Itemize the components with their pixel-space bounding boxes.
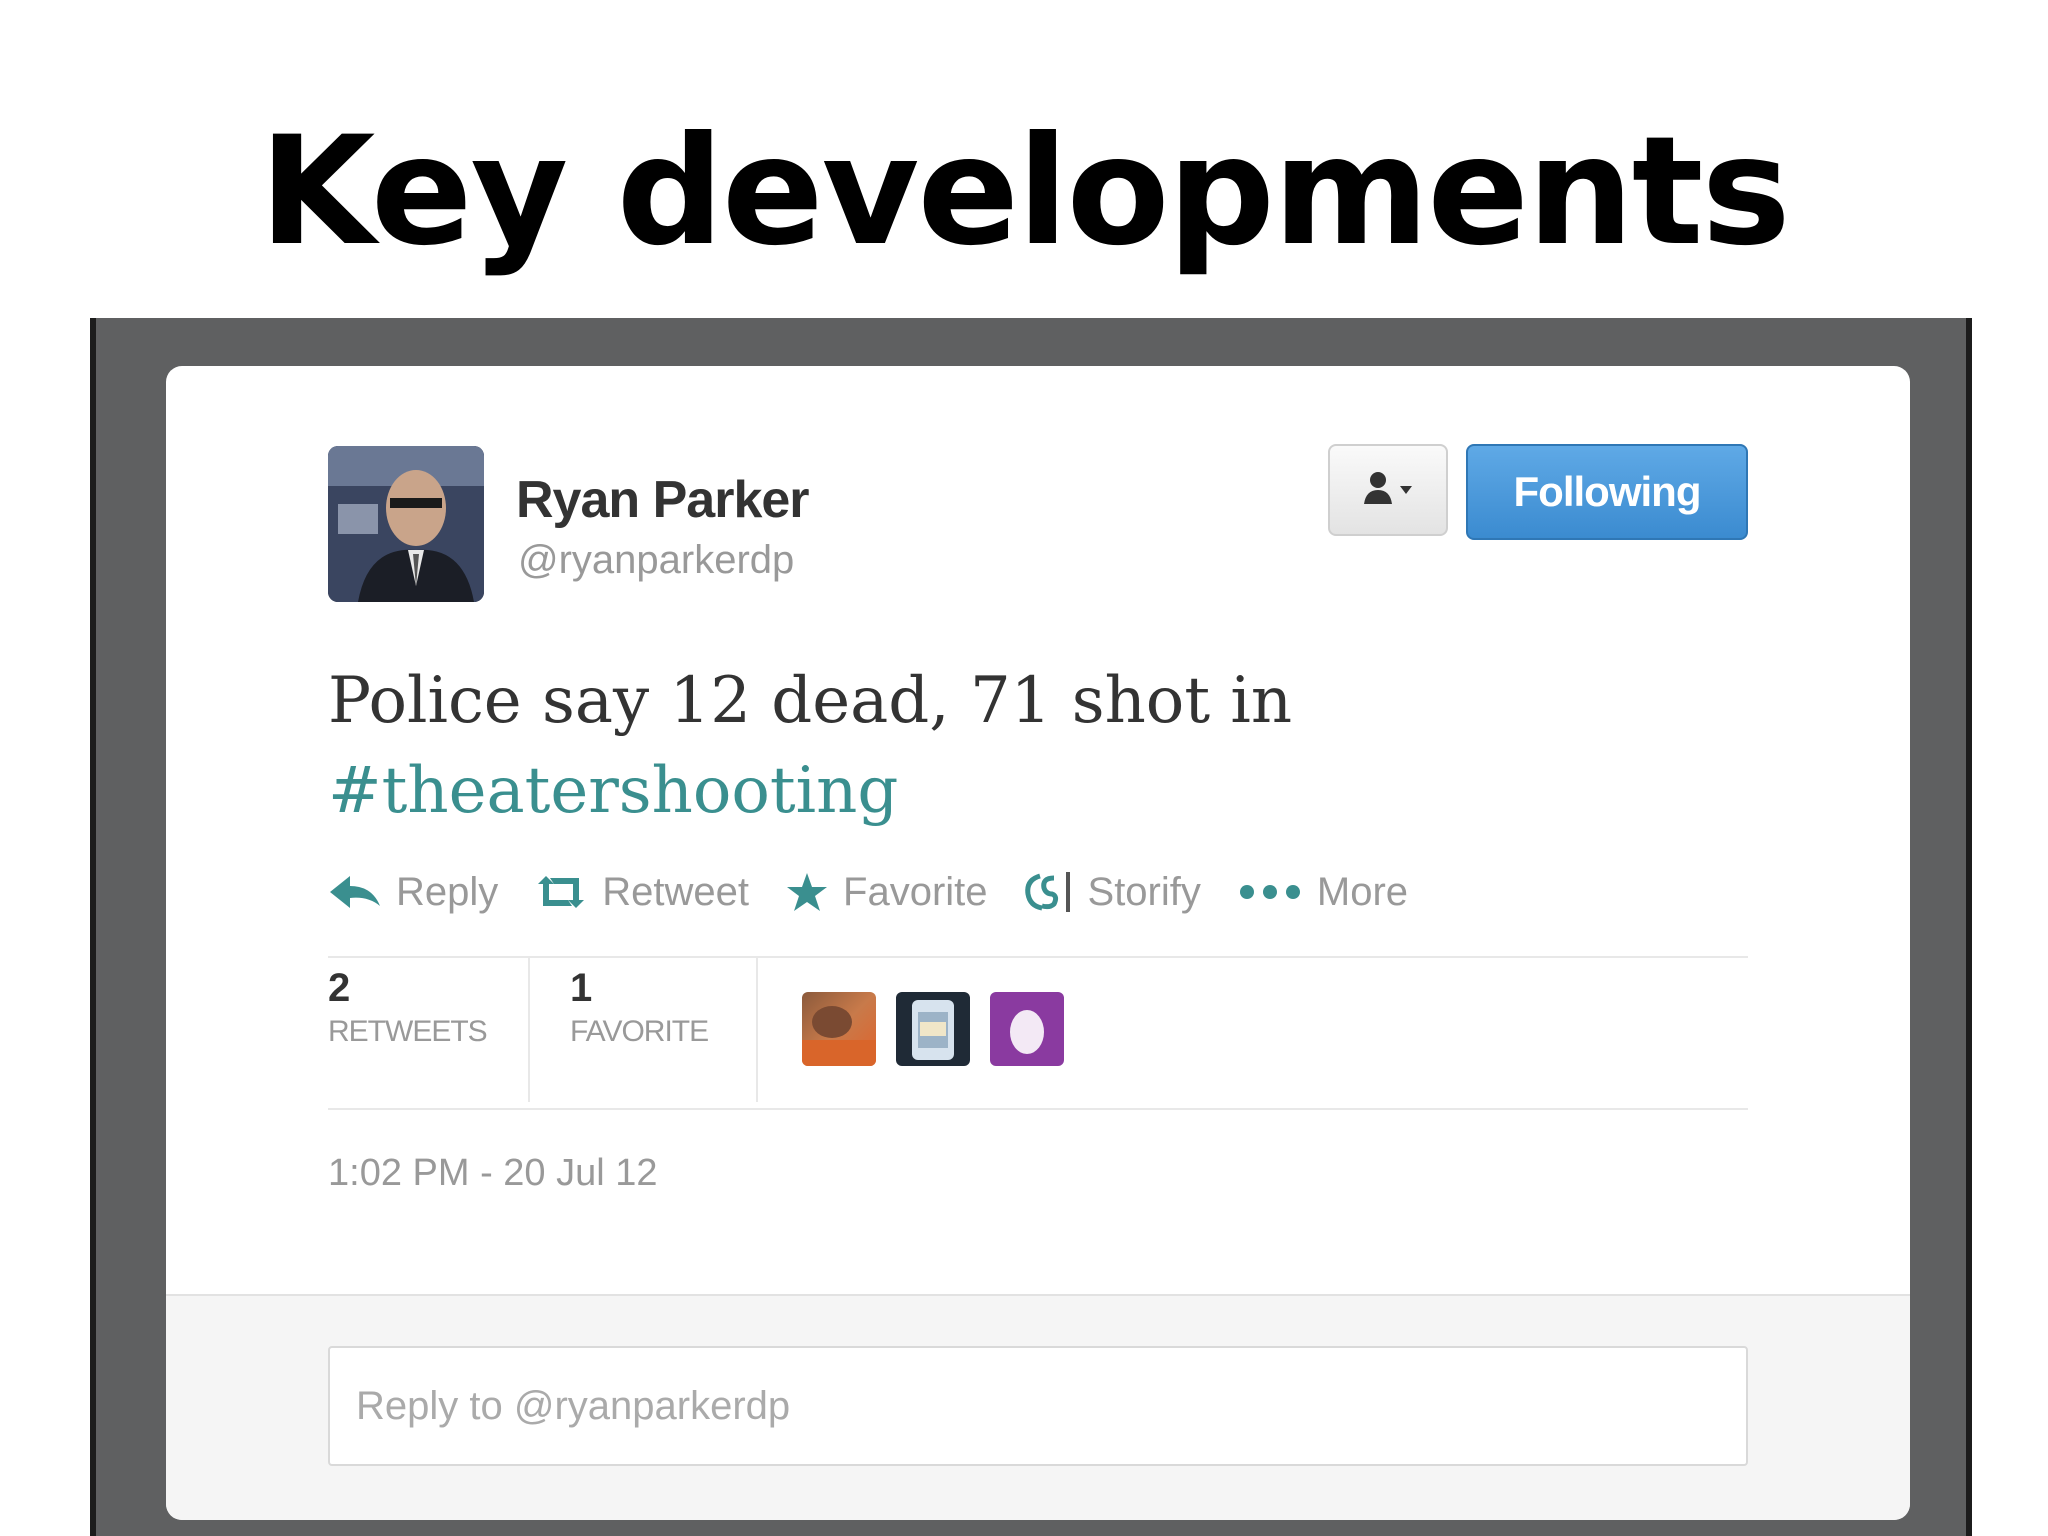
slide-title: Key developments xyxy=(259,105,1791,279)
divider-bottom xyxy=(328,1108,1748,1110)
user-actions-button[interactable] xyxy=(1328,444,1448,536)
stat-separator xyxy=(528,956,530,1102)
star-icon xyxy=(787,873,828,911)
favorite-action[interactable]: Favorite xyxy=(785,870,988,915)
retweet-icon xyxy=(538,876,585,908)
retweet-label: Retweet xyxy=(602,869,750,914)
author-name[interactable]: Ryan Parker xyxy=(516,470,810,530)
tweet-text-main: Police say 12 dead, 71 shot in xyxy=(328,664,1293,738)
favoriter-avatar-image xyxy=(912,1000,954,1060)
retweet-action[interactable]: Retweet xyxy=(534,870,749,915)
reply-label: Reply xyxy=(396,869,499,914)
favoriter-avatar[interactable] xyxy=(990,992,1064,1066)
more-action[interactable]: More xyxy=(1237,870,1408,915)
favoriter-avatar-image xyxy=(802,1006,876,1066)
favoriter-avatar[interactable] xyxy=(802,992,876,1066)
storify-label: Storify xyxy=(1087,869,1201,914)
avatar[interactable] xyxy=(328,446,484,602)
reply-input[interactable] xyxy=(328,1346,1748,1466)
divider-top xyxy=(328,956,1748,958)
storify-action[interactable]: Storify xyxy=(1024,870,1201,915)
favorite-label: Favorite xyxy=(843,869,988,914)
retweets-count: 2 xyxy=(328,966,351,1010)
retweets-label: RETWEETS xyxy=(328,1015,488,1048)
user-dropdown-icon xyxy=(1364,472,1412,504)
dots-icon xyxy=(1239,885,1300,899)
favorites-stat[interactable]: 1 FAVORITE xyxy=(570,966,709,1049)
favoriter-avatar[interactable] xyxy=(896,992,970,1066)
tweet-text: Police say 12 dead, 71 shot in #theaters… xyxy=(328,656,1428,836)
stat-separator xyxy=(756,956,758,1102)
favorites-count: 1 xyxy=(570,966,593,1010)
more-label: More xyxy=(1316,869,1409,914)
reply-action[interactable]: Reply xyxy=(328,870,498,915)
default-egg-avatar xyxy=(1010,1010,1044,1054)
tweet-actions: Reply Retweet Favorite Storify More xyxy=(328,862,1408,922)
reply-area xyxy=(166,1294,1910,1520)
storify-icon xyxy=(1024,872,1070,912)
author-handle[interactable]: @ryanparkerdp xyxy=(518,538,794,583)
hashtag-link[interactable]: #theatershooting xyxy=(328,754,898,828)
following-button[interactable]: Following xyxy=(1466,444,1748,540)
reply-arrow-icon xyxy=(330,876,380,908)
tweet-timestamp[interactable]: 1:02 PM - 20 Jul 12 xyxy=(328,1152,658,1195)
retweets-stat[interactable]: 2 RETWEETS xyxy=(328,966,488,1049)
favorites-label: FAVORITE xyxy=(570,1015,709,1048)
tweet-card: Ryan Parker @ryanparkerdp Following Poli… xyxy=(166,366,1910,1520)
avatar-image xyxy=(328,446,484,602)
